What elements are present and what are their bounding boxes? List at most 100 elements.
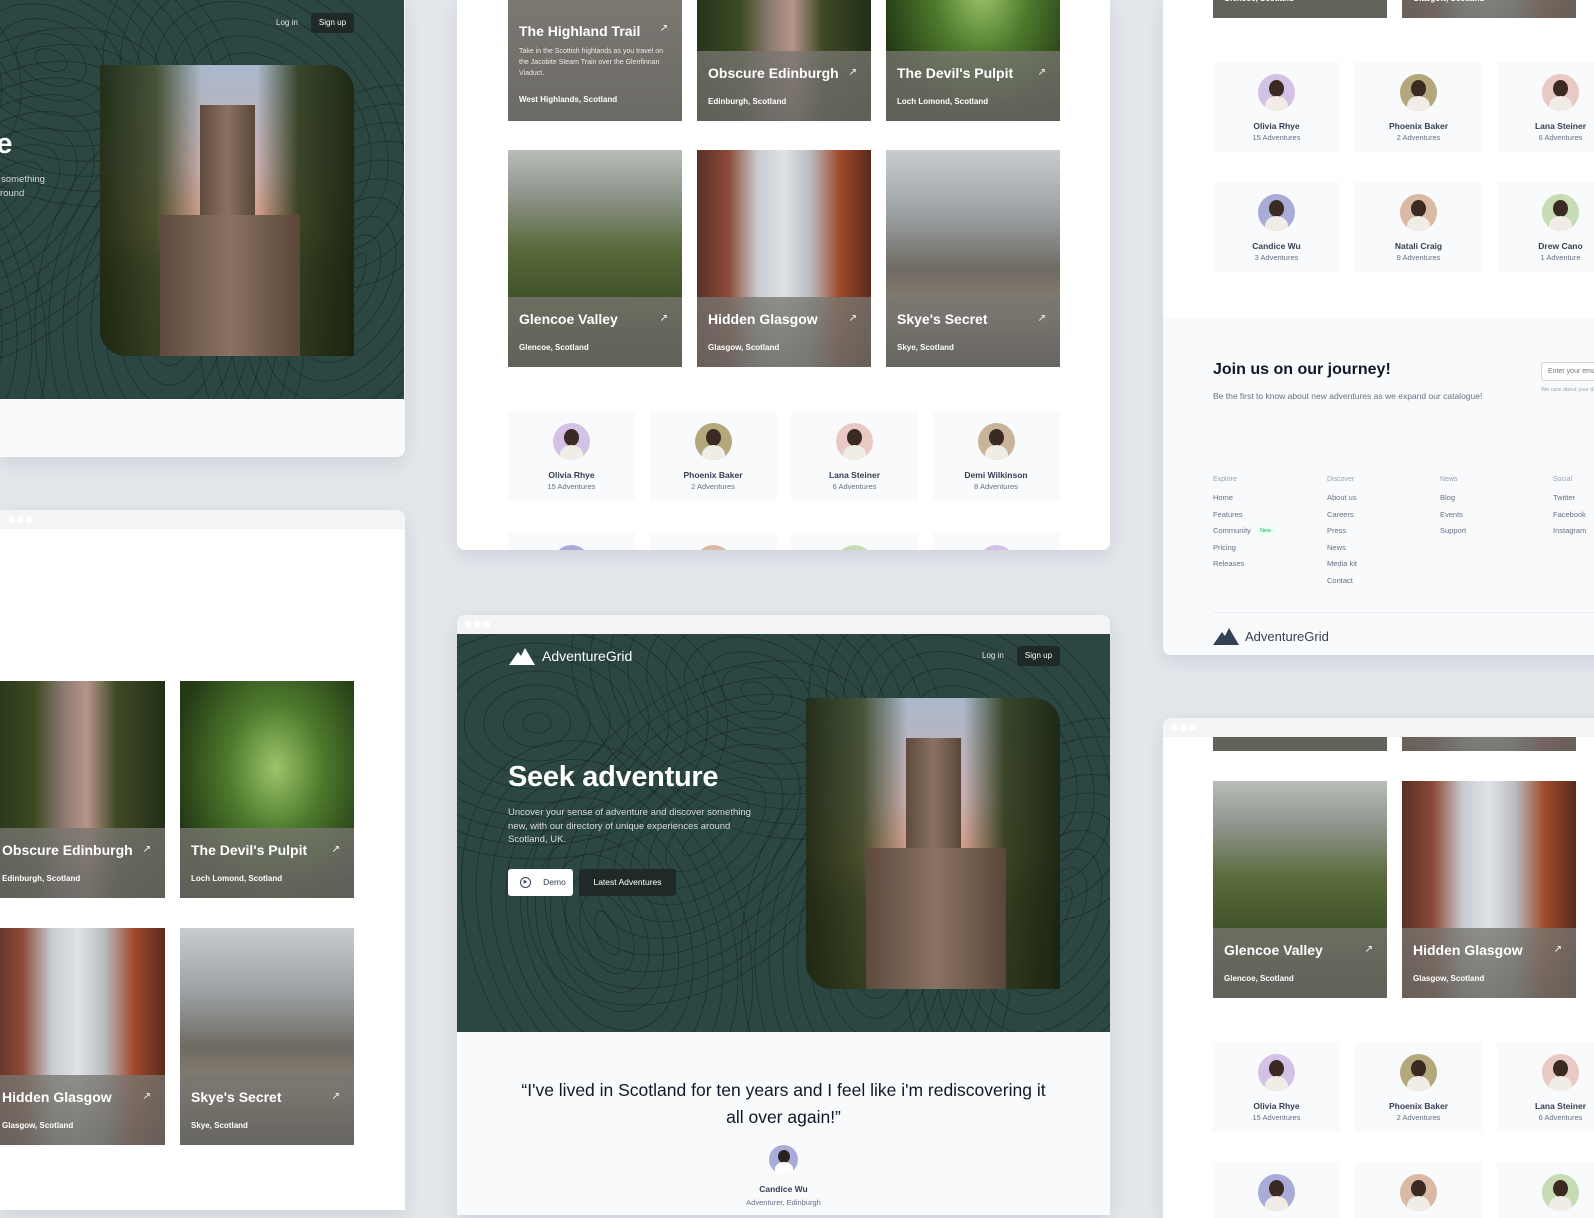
- adventure-card[interactable]: Hidden Glasgow↗Glasgow, Scotland: [1402, 0, 1576, 18]
- signup-button[interactable]: Sign up: [1017, 646, 1060, 666]
- person-card[interactable]: Olivia Rhye15 Adventures: [1213, 62, 1340, 152]
- card-overlay: Skye's Secret ↗ Skye, Scotland: [180, 1075, 354, 1145]
- person-card[interactable]: Natali Craig9 Adventures: [649, 533, 777, 550]
- footer-link[interactable]: Support: [1440, 526, 1466, 535]
- adventure-card[interactable]: Hidden Glasgow↗Glasgow, Scotland: [1402, 781, 1576, 998]
- arrow-up-right-icon[interactable]: ↗: [660, 23, 668, 34]
- login-link[interactable]: Log in: [276, 18, 298, 27]
- mountain-logo-icon: [1213, 628, 1239, 645]
- footer-link[interactable]: About us: [1327, 493, 1357, 502]
- adventure-title[interactable]: The Devil's Pulpit: [191, 842, 307, 858]
- adventure-title[interactable]: Hidden Glasgow: [2, 1089, 112, 1105]
- adventure-card[interactable]: Hidden Glasgow↗Glasgow, Scotland: [697, 150, 871, 367]
- person-card[interactable]: Drew Cano1 Adventure: [791, 533, 918, 550]
- newsletter-footer-section: Join us on our journey! Be the first to k…: [1163, 318, 1594, 655]
- email-input[interactable]: [1541, 362, 1594, 381]
- arrow-up-right-icon[interactable]: ↗: [849, 313, 857, 324]
- arrow-up-right-icon[interactable]: ↗: [143, 1091, 151, 1102]
- person-card[interactable]: Lana Steiner 6 Adventures: [791, 411, 918, 501]
- footer-link[interactable]: Pricing: [1213, 543, 1236, 552]
- adventure-title[interactable]: The Highland Trail: [519, 23, 640, 39]
- avatar-body: [984, 445, 1008, 460]
- arrow-up-right-icon[interactable]: ↗: [1038, 67, 1046, 78]
- footer-link[interactable]: Facebook: [1553, 510, 1586, 519]
- new-badge: New: [1255, 527, 1275, 536]
- person-card[interactable]: Natali Craig9 Adventures: [1355, 182, 1482, 272]
- footer-link[interactable]: Home: [1213, 493, 1233, 502]
- arrow-up-right-icon[interactable]: ↗: [143, 844, 151, 855]
- footer-link-label: Pricing: [1213, 542, 1236, 552]
- adventure-card[interactable]: Skye's Secret ↗ Skye, Scotland: [180, 928, 354, 1145]
- footer-link[interactable]: Blog: [1440, 493, 1455, 502]
- browser-chrome-bar: [0, 510, 405, 529]
- adventure-card[interactable]: Hidden Glasgow↗Glasgow, Scotland: [0, 928, 165, 1145]
- footer-link[interactable]: Press: [1327, 526, 1346, 535]
- avatar: [1258, 1174, 1295, 1211]
- adventure-title[interactable]: Skye's Secret: [897, 311, 988, 327]
- footer-link[interactable]: Careers: [1327, 510, 1354, 519]
- person-card[interactable]: Lana Steiner 6 Adventures: [1497, 1042, 1594, 1132]
- arrow-up-right-icon[interactable]: ↗: [1038, 313, 1046, 324]
- adventure-card[interactable]: Glencoe Valley↗Glencoe, Scotland: [1213, 781, 1387, 998]
- person-card[interactable]: Phoenix Baker 2 Adventures: [1355, 62, 1482, 152]
- footer-link[interactable]: Releases: [1213, 559, 1244, 568]
- person-adventure-count: 2 Adventures: [1396, 133, 1441, 142]
- person-card[interactable]: Lana Steiner 6 Adventures: [1497, 62, 1594, 152]
- person-card[interactable]: Candice Wu3 Adventures: [1213, 182, 1340, 272]
- arrow-up-right-icon[interactable]: ↗: [332, 1091, 340, 1102]
- footer-link[interactable]: Contact: [1327, 576, 1353, 585]
- adventure-title[interactable]: Glencoe Valley: [1224, 942, 1323, 958]
- person-card[interactable]: Drew Cano1 Adventure: [1497, 182, 1594, 272]
- avatar-head: [705, 429, 721, 446]
- adventure-card[interactable]: Skye's Secret ↗ Skye, Scotland: [886, 150, 1060, 367]
- adventure-title[interactable]: Obscure Edinburgh: [2, 842, 133, 858]
- footer-link[interactable]: News: [1327, 543, 1346, 552]
- person-card[interactable]: Phoenix Baker 2 Adventures: [1355, 1042, 1482, 1132]
- footer-link[interactable]: Instagram: [1553, 526, 1586, 535]
- person-card[interactable]: Candice Wu3 Adventures: [1213, 1162, 1340, 1218]
- avatar: [1542, 194, 1579, 231]
- avatar: [977, 545, 1015, 550]
- adventure-title[interactable]: Hidden Glasgow: [1413, 942, 1523, 958]
- card-overlay: The Devil's Pulpit ↗ Loch Lomond, Scotland: [180, 828, 354, 898]
- hero-section: AdventureGridLog inSign upSeek adventure…: [0, 0, 404, 399]
- brand-name[interactable]: AdventureGrid: [542, 648, 632, 664]
- adventure-card[interactable]: Obscure Edinburgh ↗ Edinburgh, Scotland: [697, 0, 871, 121]
- arrow-up-right-icon[interactable]: ↗: [660, 313, 668, 324]
- footer-link[interactable]: Features: [1213, 510, 1243, 519]
- signup-button[interactable]: Sign up: [311, 13, 354, 33]
- adventure-title[interactable]: Glencoe Valley: [519, 311, 618, 327]
- person-card[interactable]: Candice Wu3 Adventures: [508, 533, 635, 550]
- avatar-body: [1265, 1196, 1288, 1211]
- person-card[interactable]: Natali Craig9 Adventures: [1355, 1162, 1482, 1218]
- person-card[interactable]: Drew Cano1 Adventure: [1497, 1162, 1594, 1218]
- person-card[interactable]: Demi Wilkinson 8 Adventures: [932, 411, 1060, 501]
- adventure-title[interactable]: The Devil's Pulpit: [897, 65, 1013, 81]
- adventure-card[interactable]: Glencoe Valley↗Glencoe, Scotland: [1213, 0, 1387, 18]
- person-card[interactable]: Olivia Rhye15 Adventures: [932, 533, 1060, 550]
- footer-link[interactable]: Twitter: [1553, 493, 1575, 502]
- person-card[interactable]: Olivia Rhye15 Adventures: [1213, 1042, 1340, 1132]
- adventure-card[interactable]: Obscure Edinburgh ↗ Edinburgh, Scotland: [0, 681, 165, 898]
- arrow-up-right-icon[interactable]: ↗: [1554, 944, 1562, 955]
- footer-link[interactable]: Media kit: [1327, 559, 1357, 568]
- person-card[interactable]: Phoenix Baker 2 Adventures: [649, 411, 777, 501]
- login-link[interactable]: Log in: [982, 651, 1004, 660]
- avatar-body: [1265, 1076, 1288, 1091]
- adventure-title[interactable]: Skye's Secret: [191, 1089, 282, 1105]
- arrow-up-right-icon[interactable]: ↗: [849, 67, 857, 78]
- demo-button[interactable]: ▶ Demo: [508, 869, 573, 896]
- card-overlay: The Devil's Pulpit ↗ Loch Lomond, Scotland: [886, 51, 1060, 121]
- latest-adventures-button[interactable]: Latest Adventures: [579, 869, 676, 896]
- person-card[interactable]: Olivia Rhye15 Adventures: [508, 411, 635, 501]
- adventure-title[interactable]: Obscure Edinburgh: [708, 65, 839, 81]
- adventure-card[interactable]: The Devil's Pulpit ↗ Loch Lomond, Scotland: [180, 681, 354, 898]
- footer-link[interactable]: Events: [1440, 510, 1463, 519]
- adventure-title[interactable]: Hidden Glasgow: [708, 311, 818, 327]
- adventure-card[interactable]: Glencoe Valley↗Glencoe, Scotland: [508, 150, 682, 367]
- arrow-up-right-icon[interactable]: ↗: [332, 844, 340, 855]
- footer-link[interactable]: Community New: [1213, 526, 1275, 536]
- adventure-card[interactable]: The Highland Trail ↗ Take in the Scottish …: [508, 0, 682, 121]
- arrow-up-right-icon[interactable]: ↗: [1365, 944, 1373, 955]
- adventure-card[interactable]: The Devil's Pulpit ↗ Loch Lomond, Scotland: [886, 0, 1060, 121]
